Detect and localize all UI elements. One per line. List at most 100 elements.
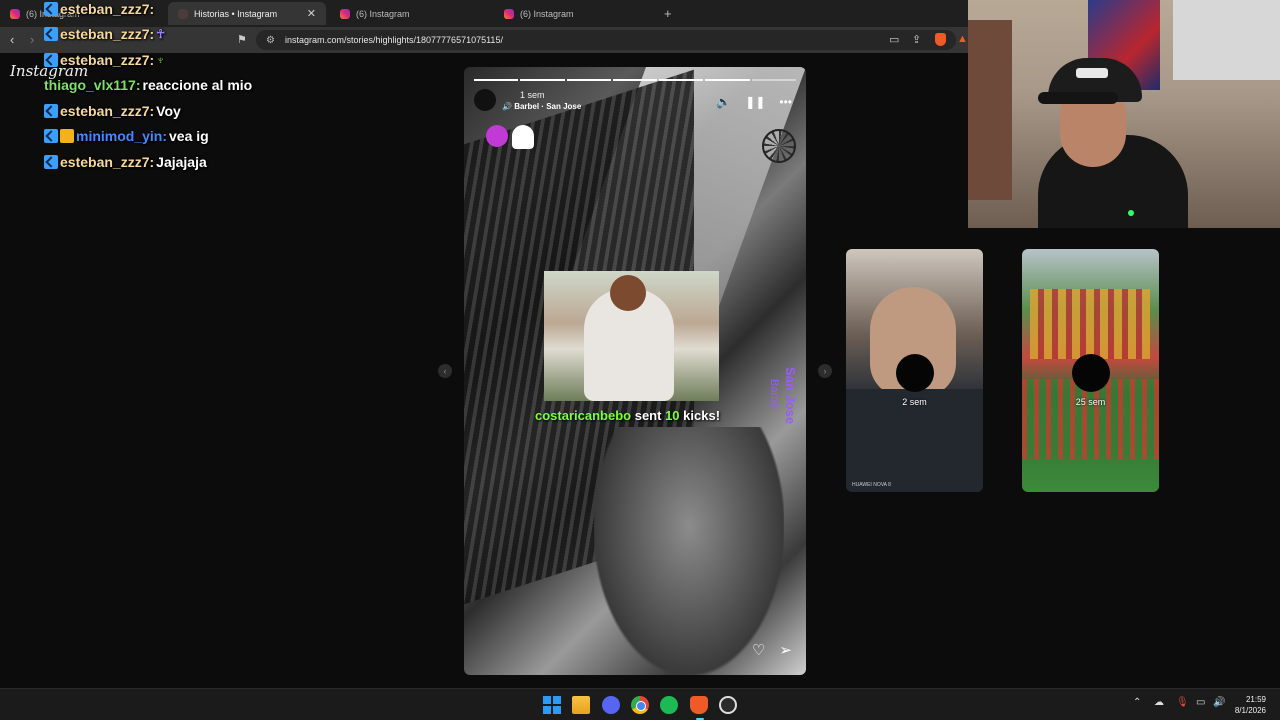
- story-progress-bar: [474, 79, 796, 81]
- mod-badge-icon: [44, 27, 58, 41]
- chat-message: esteban_zzz7: Voy: [44, 103, 181, 119]
- kicks-word: kicks!: [683, 408, 721, 423]
- brave-rewards-icon[interactable]: ▲: [957, 33, 968, 45]
- chat-message: minimod_yin: vea ig: [44, 128, 209, 144]
- devil-emoji-icon: [486, 125, 508, 147]
- new-tab-button[interactable]: +: [664, 6, 672, 21]
- chat-username: esteban_zzz7:: [60, 52, 155, 68]
- previous-story-icon[interactable]: ‹: [438, 364, 452, 378]
- obs-icon[interactable]: [719, 696, 737, 714]
- windows-taskbar: ⌃ ☁ 🎙 ▭ 🔊 21:59 8/1/2026: [0, 688, 1280, 720]
- discord-icon[interactable]: [602, 696, 620, 714]
- microphone-icon[interactable]: 🎙: [1176, 697, 1189, 708]
- emoji-stickers: [486, 125, 534, 149]
- progress-segment: [520, 79, 565, 81]
- chat-username: esteban_zzz7:: [60, 26, 155, 42]
- progress-segment: [474, 79, 519, 81]
- tab-label: (6) Instagram: [520, 8, 574, 19]
- chat-username: minimod_yin:: [76, 128, 168, 144]
- preview-avatar: [895, 354, 934, 392]
- mod-badge-icon: [44, 2, 58, 16]
- instagram-icon: [340, 8, 350, 19]
- webcam-cap-logo: [1076, 68, 1108, 78]
- chat-username: thiago_vlx117:: [44, 77, 141, 93]
- story-preview-1[interactable]: 2 sem HUAWEI NOVA 8: [846, 249, 983, 492]
- ghost-emoji-icon: [512, 125, 534, 149]
- bookmark-icon[interactable]: ⚑: [237, 33, 247, 46]
- crown-badge-icon: [60, 129, 74, 143]
- spotify-icon[interactable]: [660, 696, 678, 714]
- network-icon[interactable]: ▭: [1196, 697, 1205, 708]
- kicks-alert-text: costaricanbebo sent 10 kicks!: [535, 408, 720, 423]
- url-input[interactable]: ⚙ instagram.com/stories/highlights/18077…: [256, 30, 956, 50]
- clock-date: 8/1/2026: [1234, 706, 1266, 715]
- close-tab-icon[interactable]: ✕: [307, 7, 316, 20]
- chat-message: esteban_zzz7: ♆: [44, 52, 165, 68]
- preview-time: 2 sem: [902, 397, 927, 407]
- mod-badge-icon: [44, 104, 58, 118]
- chat-username: esteban_zzz7:: [60, 1, 155, 17]
- file-explorer-icon[interactable]: [572, 696, 590, 714]
- next-story-icon[interactable]: ›: [818, 364, 832, 378]
- chat-message: esteban_zzz7: Jajajaja: [44, 154, 207, 170]
- story-avatar[interactable]: [474, 89, 496, 111]
- instagram-icon: [10, 8, 20, 19]
- location-sticker[interactable]: San Jose: [783, 367, 798, 424]
- tab-instagram-3[interactable]: (6) Instagram: [494, 2, 654, 25]
- chat-text: Jajajaja: [156, 154, 207, 170]
- chat-username: esteban_zzz7:: [60, 103, 155, 119]
- progress-segment: [566, 79, 611, 81]
- site-settings-icon[interactable]: ⚙: [266, 35, 275, 46]
- send-icon[interactable]: ➢: [779, 641, 792, 659]
- mute-icon[interactable]: 🔈: [716, 95, 731, 109]
- mod-badge-icon: [44, 53, 58, 67]
- progress-segment: [751, 79, 796, 81]
- dancer-emote-icon: ☥: [156, 27, 166, 41]
- chat-message: thiago_vlx117: reaccione al mio: [44, 77, 252, 93]
- webcam-poster: [1173, 0, 1280, 80]
- progress-segment: [705, 79, 750, 81]
- webcam-door: [968, 20, 1012, 200]
- story-preview-2[interactable]: 25 sem: [1022, 249, 1159, 492]
- system-clock[interactable]: 21:59 8/1/2026: [1235, 694, 1266, 716]
- preview-watermark: HUAWEI NOVA 8: [852, 482, 891, 488]
- tab-historias[interactable]: Historias • Instagram ✕: [168, 2, 326, 25]
- webcam-cap-brim: [1038, 92, 1118, 104]
- pause-icon[interactable]: ❚❚: [745, 95, 765, 109]
- show-hidden-icons[interactable]: ⌃: [1133, 697, 1141, 708]
- dreamcatcher-image: [762, 129, 796, 163]
- kicks-user: costaricanbebo: [535, 408, 632, 423]
- mod-badge-icon: [44, 155, 58, 169]
- chat-message: esteban_zzz7: ☥: [44, 26, 165, 42]
- alert-person-head: [610, 275, 646, 311]
- brave-shields-icon[interactable]: [935, 33, 946, 46]
- clock-time: 21:59: [1245, 695, 1266, 704]
- onedrive-icon[interactable]: ☁: [1154, 697, 1164, 708]
- story-audio-label[interactable]: 🔊 Barbel · San Jose: [502, 102, 581, 111]
- progress-segment: [659, 79, 704, 81]
- volume-icon[interactable]: 🔊: [1213, 697, 1225, 708]
- cast-icon[interactable]: ▭: [889, 33, 899, 46]
- tab-instagram-2[interactable]: (6) Instagram: [330, 2, 490, 25]
- windows-start-icon[interactable]: [543, 696, 561, 714]
- like-heart-icon[interactable]: ♡: [752, 641, 765, 659]
- back-icon[interactable]: ‹: [10, 32, 14, 47]
- story-time: 1 sem: [520, 90, 545, 100]
- name-sticker: Barbel: [768, 379, 780, 411]
- mod-badge-icon: [44, 129, 58, 143]
- story-audio-text: Barbel · San Jose: [514, 102, 582, 111]
- webcam-feed: [968, 0, 1280, 228]
- share-icon[interactable]: ⇪: [912, 33, 921, 46]
- instagram-icon: [504, 8, 514, 19]
- preview-avatar: [1071, 354, 1110, 392]
- chat-text: vea ig: [169, 128, 209, 144]
- story-image-person: [594, 427, 784, 675]
- more-options-icon[interactable]: •••: [779, 95, 792, 109]
- tab-label: Historias • Instagram: [194, 8, 278, 19]
- chat-message: esteban_zzz7:: [44, 1, 154, 17]
- url-text: instagram.com/stories/highlights/1807777…: [284, 35, 503, 45]
- forward-icon[interactable]: ›: [30, 32, 34, 47]
- brave-browser-icon[interactable]: [690, 696, 708, 714]
- chrome-icon[interactable]: [631, 696, 649, 714]
- story-actions: ♡ ➢: [752, 641, 792, 659]
